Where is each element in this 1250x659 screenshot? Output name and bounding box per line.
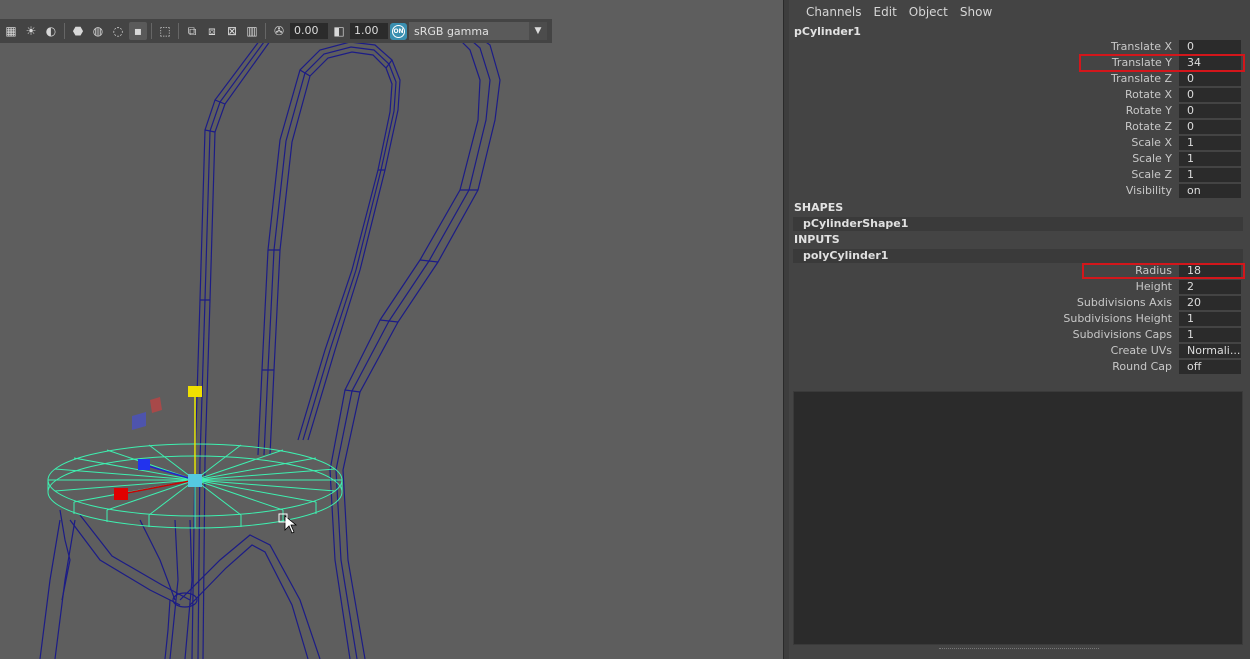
menu-channels[interactable]: Channels xyxy=(800,5,868,19)
isolate-icon[interactable]: ▪ xyxy=(129,22,147,40)
attr-translate-z[interactable]: Translate Z 0 xyxy=(789,71,1245,87)
attr-height[interactable]: Height 2 xyxy=(789,279,1245,295)
attr-label[interactable]: Scale X xyxy=(1131,135,1172,151)
channel-box-panel: Channels Edit Object Show pCylinder1 Tra… xyxy=(789,0,1250,659)
light-icon[interactable]: ☀ xyxy=(22,22,40,40)
attr-rotate-y[interactable]: Rotate Y 0 xyxy=(789,103,1245,119)
node-name[interactable]: pCylinder1 xyxy=(794,25,861,38)
exposure-icon[interactable]: ✇ xyxy=(270,22,288,40)
channel-box-menu: Channels Edit Object Show xyxy=(800,5,998,19)
radius-highlight xyxy=(1082,263,1245,279)
attr-label[interactable]: Visibility xyxy=(1126,183,1172,199)
attr-label[interactable]: Rotate Z xyxy=(1125,119,1172,135)
resolution-gate-icon[interactable]: ⊠ xyxy=(223,22,241,40)
attr-scale-x[interactable]: Scale X 1 xyxy=(789,135,1245,151)
attr-value[interactable]: 0 xyxy=(1179,88,1241,102)
resize-grip[interactable] xyxy=(939,648,1099,651)
attr-subdivisions-height[interactable]: Subdivisions Height 1 xyxy=(789,311,1245,327)
film-gate-icon[interactable]: ▥ xyxy=(243,22,261,40)
exposure-field[interactable]: 0.00 xyxy=(290,23,328,39)
menu-show[interactable]: Show xyxy=(954,5,998,19)
attr-value[interactable]: 2 xyxy=(1179,280,1241,294)
attr-value[interactable]: on xyxy=(1179,184,1241,198)
aa-icon[interactable]: ◌ xyxy=(109,22,127,40)
translate-y-highlight xyxy=(1079,54,1245,72)
toolbar-divider xyxy=(151,23,152,39)
x-axis-handle-icon xyxy=(114,488,128,500)
attr-value[interactable]: 1 xyxy=(1179,152,1241,166)
channel-box-empty-area xyxy=(793,391,1243,645)
attr-value[interactable]: 20 xyxy=(1179,296,1241,310)
color-management-toggle[interactable]: ON xyxy=(390,22,407,40)
attr-label[interactable]: Rotate Y xyxy=(1126,103,1172,119)
attr-label[interactable]: Scale Y xyxy=(1132,151,1172,167)
attr-rotate-x[interactable]: Rotate X 0 xyxy=(789,87,1245,103)
plane-handle-icon xyxy=(132,412,146,430)
gamma-field[interactable]: 1.00 xyxy=(350,23,388,39)
y-axis-handle-icon xyxy=(188,386,202,397)
motion-blur-icon[interactable]: ◍ xyxy=(89,22,107,40)
wire-icon[interactable]: ⧈ xyxy=(203,22,221,40)
color-space-dropdown[interactable]: sRGB gamma ▼ xyxy=(409,22,547,40)
attr-label[interactable]: Rotate X xyxy=(1125,87,1172,103)
shapes-header: SHAPES xyxy=(794,201,844,214)
attr-label[interactable]: Subdivisions Caps xyxy=(1073,327,1172,343)
shadow-icon[interactable]: ◐ xyxy=(42,22,60,40)
attr-translate-x[interactable]: Translate X 0 xyxy=(789,39,1245,55)
attr-value[interactable]: 1 xyxy=(1179,328,1241,342)
shape-node[interactable]: pCylinderShape1 xyxy=(793,217,1243,231)
attr-value[interactable]: 1 xyxy=(1179,312,1241,326)
attr-label[interactable]: Round Cap xyxy=(1112,359,1172,375)
color-space-value: sRGB gamma xyxy=(414,24,489,38)
attr-value[interactable]: 1 xyxy=(1179,136,1241,150)
gamma-icon[interactable]: ◧ xyxy=(330,22,348,40)
ao-icon[interactable]: ⬣ xyxy=(69,22,87,40)
on-badge: ON xyxy=(392,24,405,38)
menu-object[interactable]: Object xyxy=(903,5,954,19)
attr-subdivisions-caps[interactable]: Subdivisions Caps 1 xyxy=(789,327,1245,343)
attr-round-cap[interactable]: Round Cap off xyxy=(789,359,1245,375)
z-axis-handle-icon xyxy=(138,459,150,470)
chair-wireframe-scene[interactable] xyxy=(0,0,783,659)
select-icon[interactable]: ⬚ xyxy=(156,22,174,40)
chevron-down-icon[interactable]: ▼ xyxy=(529,22,547,40)
inputs-header: INPUTS xyxy=(794,233,840,246)
input-node[interactable]: polyCylinder1 xyxy=(793,249,1243,263)
attr-value[interactable]: 0 xyxy=(1179,72,1241,86)
attr-label[interactable]: Translate X xyxy=(1111,39,1172,55)
attr-scale-y[interactable]: Scale Y 1 xyxy=(789,151,1245,167)
toolbar-divider xyxy=(265,23,266,39)
viewport-toolbar: ▦ ☀ ◐ ⬣ ◍ ◌ ▪ ⬚ ⧉ ⧈ ⊠ ▥ ✇ 0.00 ◧ 1.00 ON… xyxy=(0,19,552,43)
attr-label[interactable]: Scale Z xyxy=(1131,167,1172,183)
checker-icon[interactable]: ▦ xyxy=(2,22,20,40)
attr-value[interactable]: 1 xyxy=(1179,168,1241,182)
attr-create-uvs[interactable]: Create UVs Normali... xyxy=(789,343,1245,359)
center-handle-icon xyxy=(188,474,202,487)
attr-value[interactable]: Normali... xyxy=(1179,344,1241,358)
attr-value[interactable]: 0 xyxy=(1179,104,1241,118)
attr-visibility[interactable]: Visibility on xyxy=(789,183,1245,199)
toolbar-divider xyxy=(178,23,179,39)
attr-scale-z[interactable]: Scale Z 1 xyxy=(789,167,1245,183)
viewport-panel[interactable]: ▦ ☀ ◐ ⬣ ◍ ◌ ▪ ⬚ ⧉ ⧈ ⊠ ▥ ✇ 0.00 ◧ 1.00 ON… xyxy=(0,0,783,659)
attr-subdivisions-axis[interactable]: Subdivisions Axis 20 xyxy=(789,295,1245,311)
xray-icon[interactable]: ⧉ xyxy=(183,22,201,40)
attr-value[interactable]: 0 xyxy=(1179,40,1241,54)
menu-edit[interactable]: Edit xyxy=(868,5,903,19)
attr-label[interactable]: Subdivisions Height xyxy=(1063,311,1172,327)
attr-value[interactable]: off xyxy=(1179,360,1241,374)
attr-label[interactable]: Subdivisions Axis xyxy=(1077,295,1172,311)
attr-rotate-z[interactable]: Rotate Z 0 xyxy=(789,119,1245,135)
attr-label[interactable]: Height xyxy=(1136,279,1172,295)
attr-label[interactable]: Translate Z xyxy=(1111,71,1172,87)
toolbar-divider xyxy=(64,23,65,39)
attr-value[interactable]: 0 xyxy=(1179,120,1241,134)
attr-label[interactable]: Create UVs xyxy=(1111,343,1172,359)
